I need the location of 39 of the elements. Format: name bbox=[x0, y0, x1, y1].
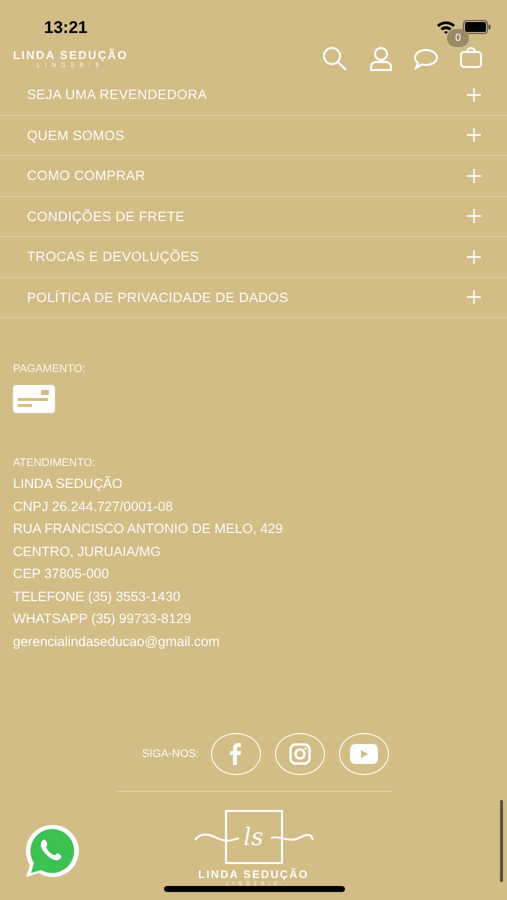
social-button[interactable] bbox=[210, 733, 261, 775]
contact-line: CEP 37805-000 bbox=[13, 565, 109, 583]
social-button[interactable] bbox=[274, 733, 325, 775]
plus-icon bbox=[467, 250, 481, 264]
accordion-item[interactable]: QUEM SOMOS bbox=[0, 116, 507, 156]
accordion-item[interactable]: POLÍTICA DE PRIVACIDADE DE DADOS bbox=[0, 278, 507, 318]
contact-heading: ATENDIMENTO: bbox=[13, 457, 96, 469]
plus-icon bbox=[467, 168, 481, 183]
social-button[interactable] bbox=[338, 733, 389, 775]
plus-icon bbox=[467, 209, 481, 224]
contact-line: gerencialindaseducao@gmail.com bbox=[13, 632, 220, 651]
footer-logo-name: LINDA SEDUÇÃO bbox=[198, 869, 309, 881]
contact-line: RUA FRANCISCO ANTONIO DE MELO, 429 bbox=[13, 520, 283, 538]
contact-line: WHATSAPP (35) 99733-8129 bbox=[13, 610, 192, 628]
social-label: SIGA-NOS: bbox=[142, 748, 199, 760]
bag-icon[interactable] bbox=[459, 45, 483, 69]
accordion-item[interactable]: SEJA UMA REVENDEDORA bbox=[0, 75, 507, 116]
contact-line: CENTRO, JURUAIA/MG bbox=[13, 542, 161, 560]
payment-heading: PAGAMENTO: bbox=[13, 363, 86, 375]
plus-icon bbox=[467, 88, 481, 102]
wifi-icon bbox=[436, 20, 456, 34]
contact-line: CNPJ 26.244.727/0001-08 bbox=[13, 498, 173, 516]
plus-icon bbox=[467, 290, 481, 304]
chat-icon[interactable] bbox=[413, 48, 439, 70]
accordion-item[interactable]: TROCAS E DEVOLUÇÕES bbox=[0, 237, 507, 278]
user-icon[interactable] bbox=[369, 46, 393, 72]
plus-icon bbox=[467, 128, 481, 142]
search-icon[interactable] bbox=[321, 45, 349, 73]
youtube-icon bbox=[350, 744, 378, 764]
cart-count-badge: 0 bbox=[447, 29, 469, 47]
contact-line: TELEFONE (35) 3553-1430 bbox=[13, 588, 180, 606]
status-time: 13:21 bbox=[44, 18, 88, 38]
credit-card-icon bbox=[13, 385, 55, 413]
logo-name[interactable]: LINDA SEDUÇÃO bbox=[13, 50, 128, 62]
accordion-item[interactable]: CONDIÇÕES DE FRETE bbox=[0, 196, 507, 237]
accordion-item[interactable]: COMO COMPRAR bbox=[0, 156, 507, 196]
instagram-icon bbox=[288, 743, 311, 765]
contact-line: LINDA SEDUÇÃO bbox=[13, 475, 123, 493]
battery-icon bbox=[463, 20, 491, 34]
